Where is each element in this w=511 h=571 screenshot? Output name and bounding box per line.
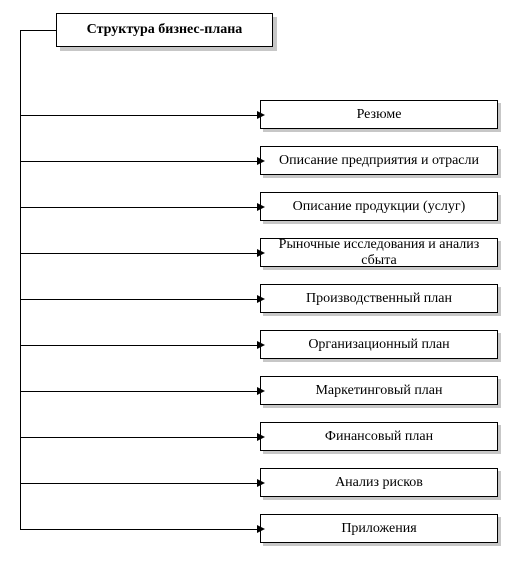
item-box: Приложения <box>260 514 498 543</box>
arrowhead-icon <box>257 387 265 395</box>
connector-title-link <box>20 30 56 31</box>
arrowhead-icon <box>257 295 265 303</box>
item-label: Рыночные исследования и анализ сбыта <box>265 237 493 269</box>
connector-branch <box>20 115 258 116</box>
item-box: Организационный план <box>260 330 498 359</box>
connector-branch <box>20 437 258 438</box>
item-label: Описание предприятия и отрасли <box>279 153 479 169</box>
arrowhead-icon <box>257 479 265 487</box>
item-label: Приложения <box>341 521 416 537</box>
item-label: Организационный план <box>308 337 449 353</box>
connector-branch <box>20 345 258 346</box>
connector-branch <box>20 161 258 162</box>
connector-branch <box>20 391 258 392</box>
arrowhead-icon <box>257 341 265 349</box>
item-label: Анализ рисков <box>335 475 423 491</box>
arrowhead-icon <box>257 525 265 533</box>
arrowhead-icon <box>257 433 265 441</box>
item-box: Описание продукции (услуг) <box>260 192 498 221</box>
item-label: Маркетинговый план <box>315 383 442 399</box>
item-box: Маркетинговый план <box>260 376 498 405</box>
arrowhead-icon <box>257 249 265 257</box>
connector-trunk <box>20 30 21 529</box>
item-label: Резюме <box>357 107 402 123</box>
arrowhead-icon <box>257 203 265 211</box>
connector-branch <box>20 253 258 254</box>
item-label: Производственный план <box>306 291 452 307</box>
connector-branch <box>20 299 258 300</box>
title-box: Структура бизнес-плана <box>56 13 273 47</box>
diagram-canvas: Структура бизнес-плана Резюме Описание пре… <box>0 0 511 571</box>
item-box: Производственный план <box>260 284 498 313</box>
item-box: Рыночные исследования и анализ сбыта <box>260 238 498 267</box>
item-label: Финансовый план <box>325 429 433 445</box>
item-box: Описание предприятия и отрасли <box>260 146 498 175</box>
arrowhead-icon <box>257 111 265 119</box>
connector-branch <box>20 483 258 484</box>
title-text: Структура бизнес-плана <box>87 22 243 38</box>
arrowhead-icon <box>257 157 265 165</box>
connector-branch <box>20 529 258 530</box>
item-label: Описание продукции (услуг) <box>293 199 466 215</box>
item-box: Финансовый план <box>260 422 498 451</box>
item-box: Резюме <box>260 100 498 129</box>
connector-branch <box>20 207 258 208</box>
item-box: Анализ рисков <box>260 468 498 497</box>
